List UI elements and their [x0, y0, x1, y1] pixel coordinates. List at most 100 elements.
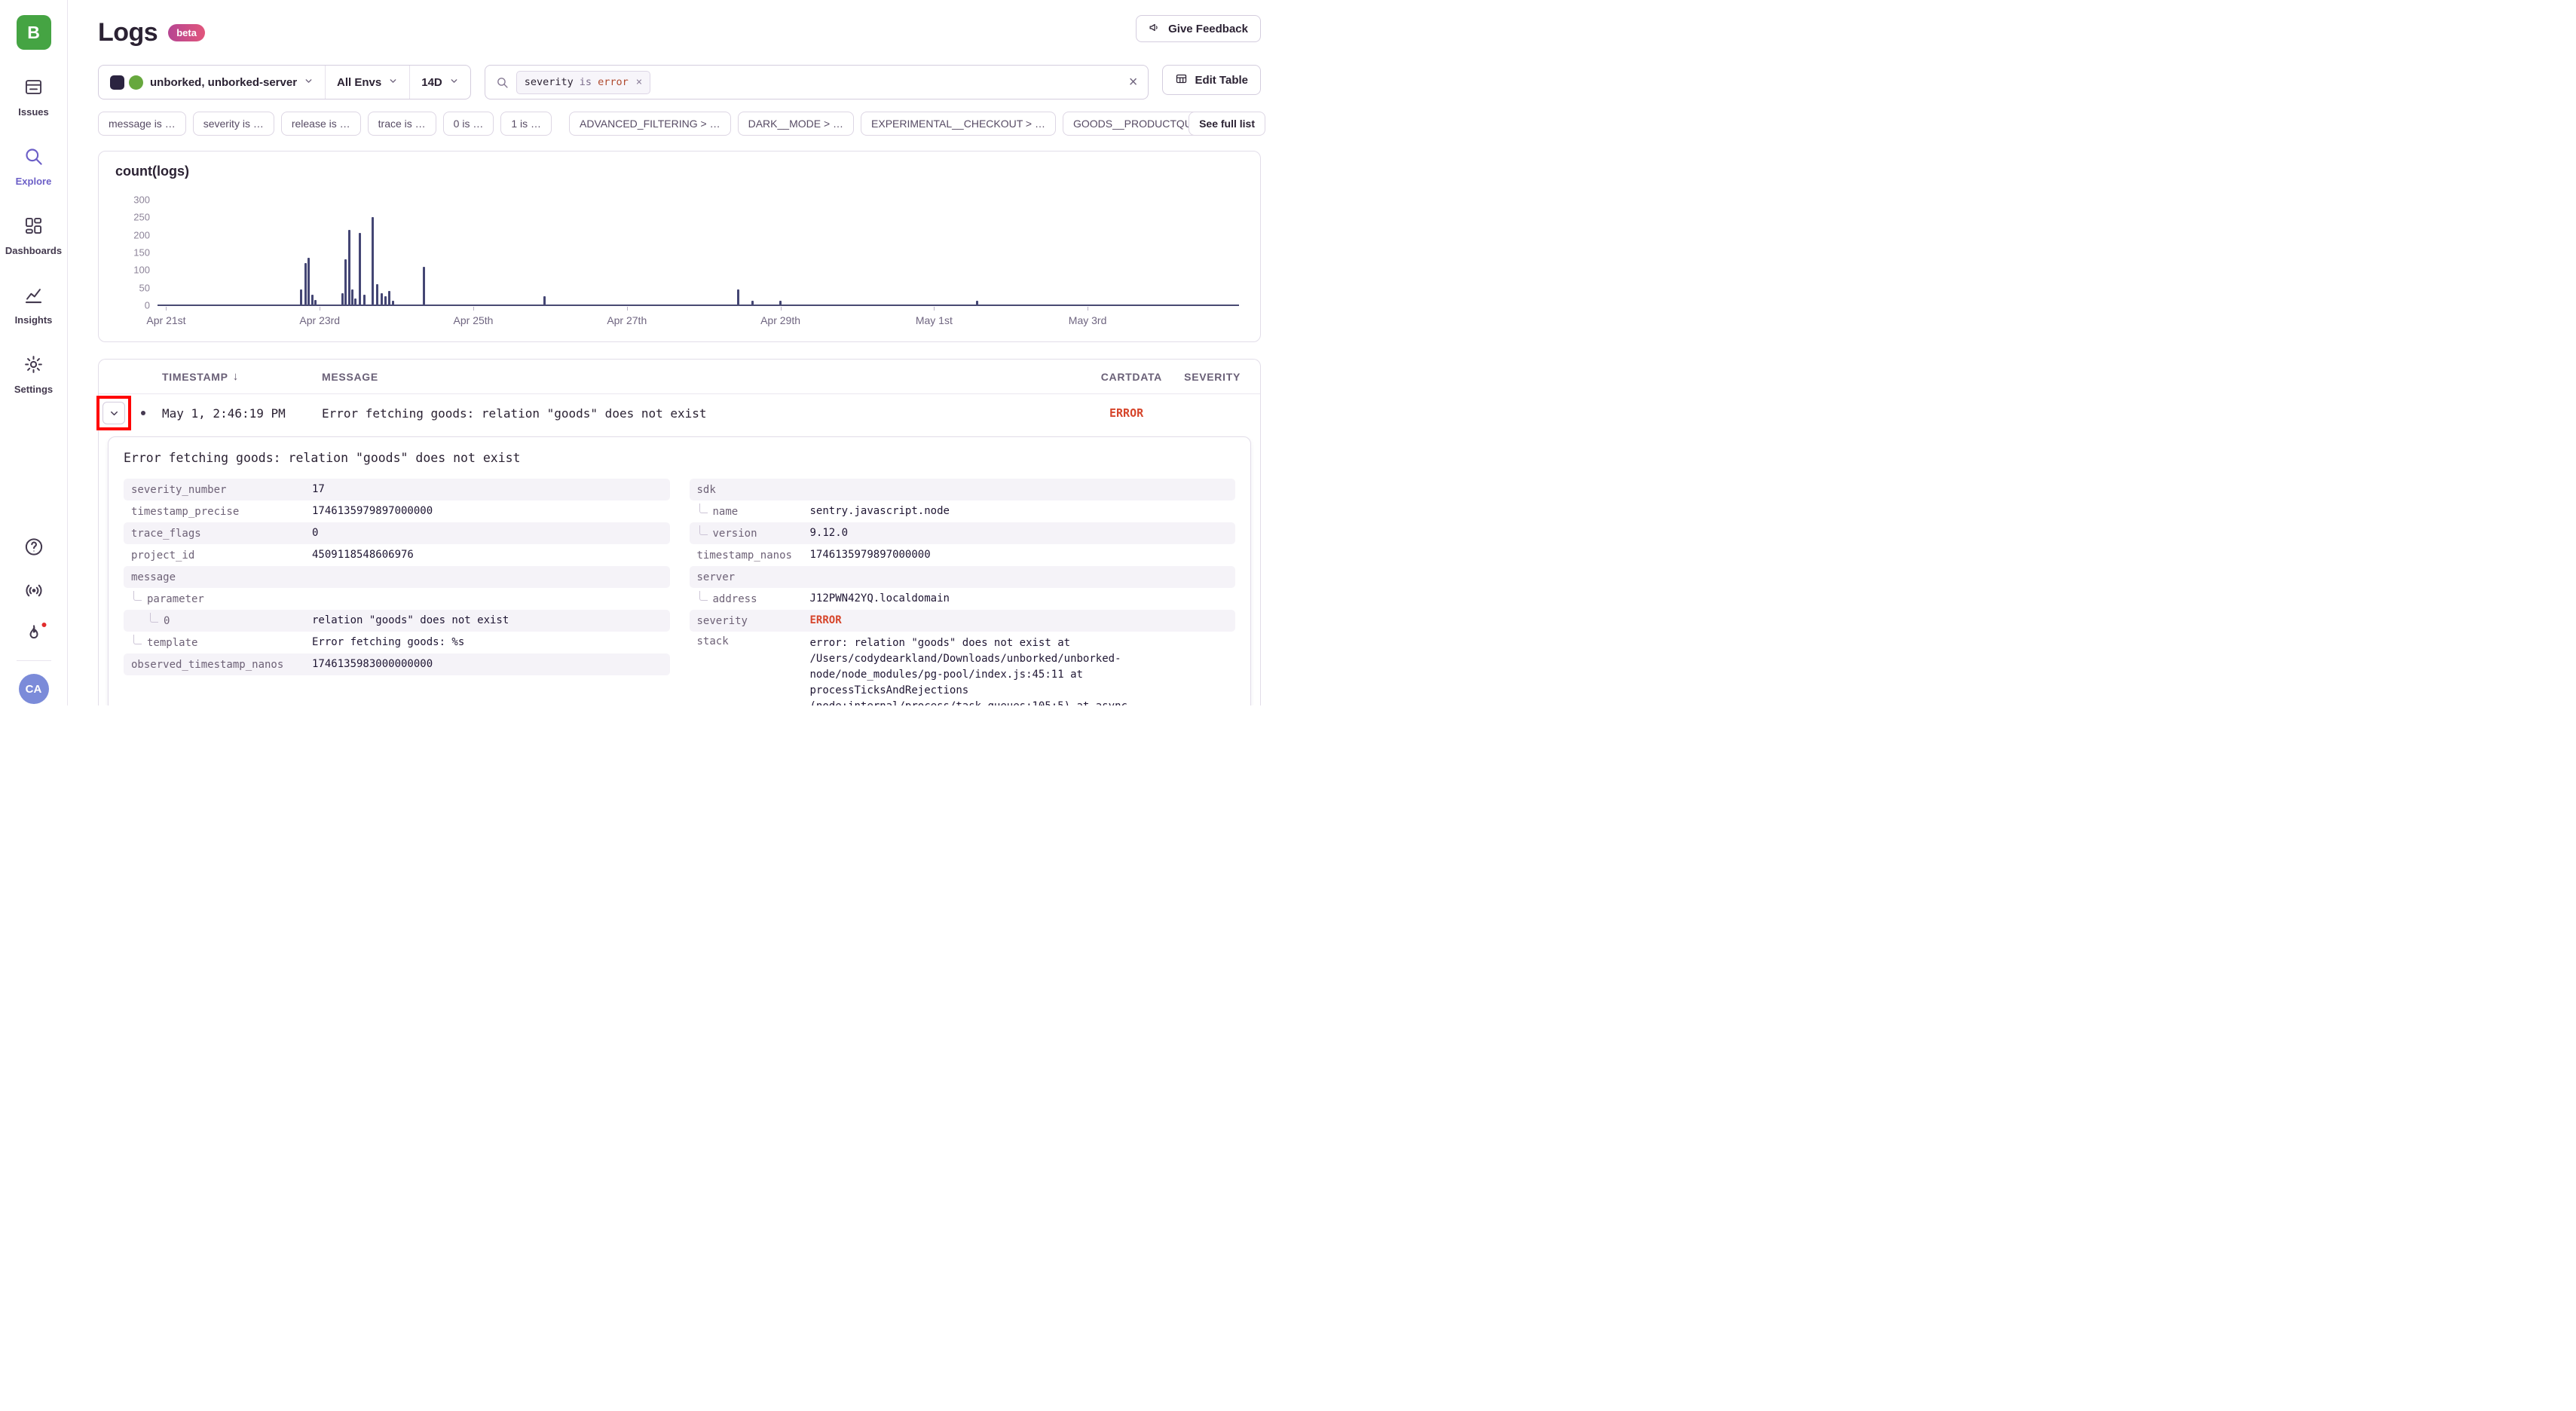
expand-row-button[interactable]: [102, 402, 125, 424]
chart-title: count(logs): [115, 164, 189, 179]
attribute-key: address: [713, 593, 757, 605]
chart-bar: [304, 263, 307, 305]
see-full-list-button[interactable]: See full list: [1189, 112, 1265, 136]
user-avatar[interactable]: CA: [19, 674, 49, 704]
table-header: TIMESTAMP ↓ MESSAGE CARTDATA SEVERITY: [99, 360, 1260, 394]
detail-attribute-row[interactable]: sdk: [690, 479, 1236, 500]
settings-gear-icon: [23, 354, 44, 378]
y-axis-label: 50: [139, 282, 150, 293]
x-axis-label: May 1st: [916, 314, 953, 326]
attribute-key: template: [147, 637, 197, 649]
filter-chip[interactable]: severity is …: [193, 112, 274, 136]
remove-token-icon[interactable]: ×: [636, 76, 642, 88]
edit-table-button[interactable]: Edit Table: [1162, 65, 1261, 95]
detail-attribute-row[interactable]: parameter: [124, 588, 670, 610]
sidebar-item-issues[interactable]: Issues: [18, 77, 48, 118]
log-row[interactable]: May 1, 2:46:19 PM Error fetching goods: …: [99, 394, 1260, 432]
log-message: Error fetching goods: relation "goods" d…: [322, 406, 1079, 421]
search-bar[interactable]: severity is error × ×: [485, 65, 1149, 99]
filter-chip[interactable]: ADVANCED_FILTERING > …: [569, 112, 731, 136]
log-timestamp: May 1, 2:46:19 PM: [162, 406, 322, 421]
sidebar-item-dashboards[interactable]: Dashboards: [5, 216, 62, 256]
detail-attribute-row[interactable]: 0relation "goods" does not exist: [124, 610, 670, 632]
detail-attribute-row[interactable]: severityERROR: [690, 610, 1236, 632]
column-header-message[interactable]: MESSAGE: [322, 371, 1079, 383]
tree-connector-icon: [133, 635, 142, 644]
y-axis-label: 300: [133, 194, 150, 206]
log-row-gutter: [99, 394, 162, 432]
attribute-key: timestamp_nanos: [697, 549, 792, 562]
y-axis-label: 200: [133, 229, 150, 240]
log-detail-area: Error fetching goods: relation "goods" d…: [99, 432, 1260, 706]
org-logo[interactable]: B: [17, 15, 51, 50]
attribute-key: name: [713, 506, 739, 518]
detail-attribute-row[interactable]: namesentry.javascript.node: [690, 500, 1236, 522]
filter-chip[interactable]: release is …: [281, 112, 361, 136]
sidebar-item-insights[interactable]: Insights: [15, 285, 53, 326]
chart-bar: [543, 296, 546, 305]
chart-plot: 050100150200250300 Apr 21stApr 23rdApr 2…: [158, 200, 1239, 305]
x-axis-label: Apr 29th: [760, 314, 800, 326]
detail-attribute-row[interactable]: version9.12.0: [690, 522, 1236, 544]
chart-bar: [300, 289, 302, 305]
filter-chip[interactable]: message is …: [98, 112, 186, 136]
sidebar-nav: Issues Explore Dashboards Insights: [5, 77, 62, 395]
filter-chips: See full list message is …severity is …r…: [98, 112, 1261, 136]
detail-attribute-row[interactable]: trace_flags0: [124, 522, 670, 544]
x-axis-label: Apr 23rd: [299, 314, 340, 326]
filter-chip[interactable]: DARK__MODE > …: [738, 112, 854, 136]
detail-columns: severity_number17timestamp_precise174613…: [124, 479, 1235, 706]
detail-attribute-row[interactable]: addressJ12PWN42YQ.localdomain: [690, 588, 1236, 610]
detail-attribute-row[interactable]: timestamp_precise1746135979897000000: [124, 500, 670, 522]
broadcast-icon[interactable]: [23, 580, 44, 601]
filter-chip[interactable]: 1 is …: [500, 112, 552, 136]
filter-chip[interactable]: EXPERIMENTAL__CHECKOUT > …: [861, 112, 1056, 136]
chart-bar: [307, 258, 310, 305]
attribute-value: 4509118548606976: [312, 547, 414, 563]
attribute-value: 1746135979897000000: [810, 547, 931, 563]
x-axis-tickmark: [473, 307, 474, 311]
sidebar-item-explore[interactable]: Explore: [16, 146, 52, 187]
token-operator: is: [580, 76, 592, 88]
chevron-down-icon: [449, 76, 459, 89]
chart-bar: [388, 291, 390, 305]
sidebar-item-settings[interactable]: Settings: [14, 354, 53, 395]
token-key: severity: [525, 76, 574, 88]
detail-attribute-row[interactable]: stackerror: relation "goods" does not ex…: [690, 632, 1236, 706]
date-range-selector[interactable]: 14D: [409, 66, 470, 99]
search-token[interactable]: severity is error ×: [516, 71, 650, 94]
x-axis-label: Apr 21st: [146, 314, 185, 326]
detail-attribute-row[interactable]: templateError fetching goods: %s: [124, 632, 670, 653]
project-selector-label: unborked, unborked-server: [150, 76, 297, 89]
column-header-severity[interactable]: SEVERITY: [1162, 371, 1260, 383]
column-header-cartdata[interactable]: CARTDATA: [1079, 371, 1162, 383]
detail-attribute-row[interactable]: observed_timestamp_nanos1746135983000000…: [124, 653, 670, 675]
logs-table: TIMESTAMP ↓ MESSAGE CARTDATA SEVERITY Ma…: [98, 359, 1261, 706]
help-icon[interactable]: [23, 537, 44, 557]
environment-selector[interactable]: All Envs: [325, 66, 409, 99]
column-header-timestamp[interactable]: TIMESTAMP ↓: [162, 370, 322, 383]
detail-attribute-row[interactable]: project_id 4509118548606976: [124, 544, 670, 566]
detail-attribute-row[interactable]: message: [124, 566, 670, 588]
clear-search-icon[interactable]: ×: [1129, 75, 1138, 90]
y-axis-label: 100: [133, 265, 150, 276]
project-selector[interactable]: unborked, unborked-server: [99, 66, 325, 99]
chevron-down-icon: [304, 76, 314, 89]
timestamp-header-label: TIMESTAMP: [162, 371, 228, 383]
row-indicator-dot: [141, 411, 145, 415]
detail-attribute-row[interactable]: timestamp_nanos 1746135979897000000: [690, 544, 1236, 566]
sidebar-item-label: Explore: [16, 176, 52, 187]
whats-new-flame-icon[interactable]: [23, 623, 44, 644]
detail-attribute-row[interactable]: severity_number17: [124, 479, 670, 500]
filter-chip[interactable]: 0 is …: [443, 112, 494, 136]
give-feedback-button[interactable]: Give Feedback: [1136, 15, 1261, 42]
filter-chip[interactable]: trace is …: [368, 112, 436, 136]
chart-bar: [392, 301, 394, 305]
chart-bar: [976, 301, 978, 305]
detail-attribute-row[interactable]: server: [690, 566, 1236, 588]
x-axis-tickmark: [934, 307, 935, 311]
attribute-value: 1746135983000000000: [312, 657, 433, 672]
attribute-key: project_id: [131, 549, 194, 562]
chart-bar: [354, 298, 356, 305]
chart-bar: [359, 233, 361, 305]
